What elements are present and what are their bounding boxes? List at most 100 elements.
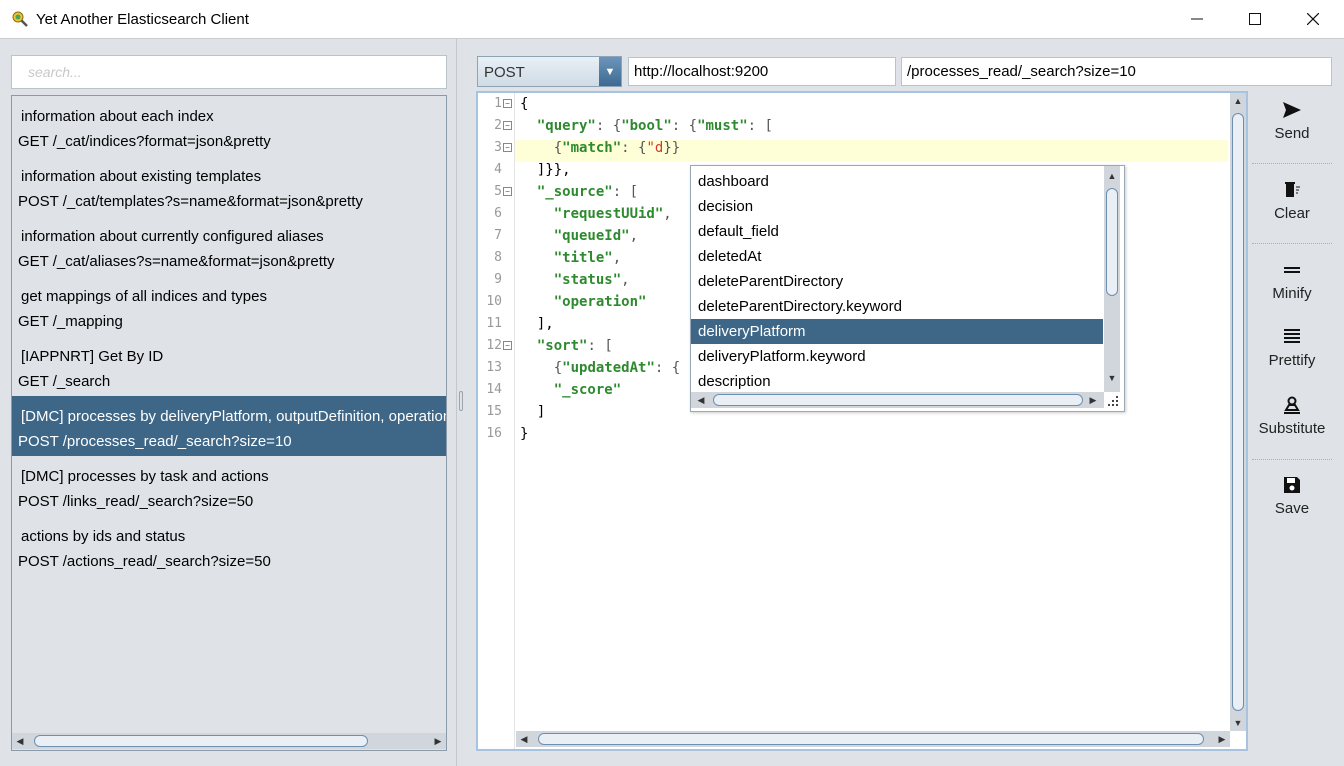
query-description: actions by ids and status — [21, 528, 186, 545]
scrollbar-thumb[interactable] — [1232, 113, 1244, 711]
scroll-left-icon[interactable]: ◀ — [693, 392, 709, 408]
code-line[interactable]: ] — [520, 401, 545, 423]
query-request: GET /_cat/aliases?s=name&format=json&pre… — [18, 253, 335, 270]
query-search-box[interactable] — [11, 55, 447, 89]
scroll-down-icon[interactable]: ▼ — [1230, 715, 1246, 731]
code-line[interactable]: "query": {"bool": {"must": [ — [520, 115, 773, 137]
line-number: 10 — [486, 294, 502, 309]
line-number: 12 — [486, 338, 502, 353]
scroll-down-icon[interactable]: ▼ — [1104, 370, 1120, 386]
autocomplete-item-selected[interactable]: deliveryPlatform — [691, 319, 1103, 344]
scroll-up-icon[interactable]: ▲ — [1230, 93, 1246, 109]
editor-vertical-scrollbar[interactable]: ▲ ▼ — [1230, 93, 1246, 731]
scroll-right-icon[interactable]: ▶ — [430, 733, 446, 749]
fold-icon[interactable]: − — [503, 187, 512, 196]
http-method-select[interactable]: POST ▼ — [477, 56, 622, 87]
code-line[interactable]: "status", — [520, 269, 630, 291]
prettify-label: Prettify — [1268, 352, 1316, 369]
app-logo-icon — [11, 10, 29, 28]
code-line[interactable]: "_source": [ — [520, 181, 638, 203]
scrollbar-thumb[interactable] — [713, 394, 1083, 406]
prettify-button[interactable]: Prettify — [1252, 328, 1332, 369]
list-item[interactable]: get mappings of all indices and types GE… — [12, 276, 446, 336]
line-number: 11 — [486, 316, 502, 331]
clear-label: Clear — [1274, 205, 1310, 222]
list-item-selected[interactable]: [DMC] processes by deliveryPlatform, out… — [12, 396, 446, 456]
minify-button[interactable]: Minify — [1252, 261, 1332, 302]
window-title: Yet Another Elasticsearch Client — [36, 11, 249, 28]
maximize-button[interactable] — [1226, 0, 1284, 38]
autocomplete-item[interactable]: deletedAt — [691, 244, 1103, 269]
code-line[interactable]: "sort": [ — [520, 335, 613, 357]
request-path-field[interactable]: /processes_read/_search?size=10 — [901, 57, 1332, 86]
saved-queries-list[interactable]: information about each index GET /_cat/i… — [11, 95, 447, 751]
http-method-value: POST — [484, 64, 525, 81]
toolbar-divider — [1252, 243, 1332, 244]
list-item[interactable]: [DMC] processes by task and actions POST… — [12, 456, 446, 516]
clear-button[interactable]: Clear — [1252, 181, 1332, 222]
autocomplete-item[interactable]: deleteParentDirectory.keyword — [691, 294, 1103, 319]
code-line[interactable]: "title", — [520, 247, 621, 269]
code-line[interactable]: "_score" — [520, 379, 621, 401]
list-item[interactable]: information about existing templates POS… — [12, 156, 446, 216]
code-line[interactable]: {"updatedAt": { — [520, 357, 680, 379]
scrollbar-thumb[interactable] — [538, 733, 1204, 745]
scroll-right-icon[interactable]: ▶ — [1214, 731, 1230, 747]
resize-grip-icon[interactable] — [1106, 394, 1120, 408]
line-number: 1 — [494, 96, 502, 111]
line-number: 6 — [494, 206, 502, 221]
substitute-button[interactable]: Substitute — [1252, 396, 1332, 437]
panel-splitter[interactable] — [456, 39, 463, 766]
code-line[interactable]: } — [520, 423, 528, 445]
line-number: 15 — [486, 404, 502, 419]
chevron-down-icon[interactable]: ▼ — [599, 57, 621, 86]
autocomplete-item[interactable]: decision — [691, 194, 1103, 219]
save-button[interactable]: Save — [1252, 476, 1332, 517]
autocomplete-item[interactable]: deliveryPlatform.keyword — [691, 344, 1103, 369]
query-request: POST /_cat/templates?s=name&format=json&… — [18, 193, 363, 210]
autocomplete-item[interactable]: description — [691, 369, 1103, 394]
line-number: 8 — [494, 250, 502, 265]
autocomplete-item[interactable]: default_field — [691, 219, 1103, 244]
code-line[interactable]: ]}}, — [520, 159, 571, 181]
code-line[interactable]: { — [520, 93, 528, 115]
autocomplete-item[interactable]: deleteParentDirectory — [691, 269, 1103, 294]
host-url-field[interactable]: http://localhost:9200 — [628, 57, 896, 86]
code-line[interactable]: "requestUUid", — [520, 203, 672, 225]
minimize-button[interactable] — [1168, 0, 1226, 38]
scroll-right-icon[interactable]: ▶ — [1085, 392, 1101, 408]
query-description: information about currently configured a… — [21, 228, 324, 245]
autocomplete-item[interactable]: dashboard — [691, 169, 1103, 194]
editor-horizontal-scrollbar[interactable]: ◀ ▶ — [516, 731, 1230, 747]
code-line[interactable]: "queueId", — [520, 225, 638, 247]
list-item[interactable]: information about currently configured a… — [12, 216, 446, 276]
line-number: 3 — [494, 140, 502, 155]
query-request: GET /_search — [18, 373, 111, 390]
list-item[interactable]: information about each index GET /_cat/i… — [12, 96, 446, 156]
scrollbar-thumb[interactable] — [1106, 188, 1118, 296]
code-line[interactable]: "operation" — [520, 291, 647, 313]
scroll-left-icon[interactable]: ◀ — [516, 731, 532, 747]
fold-icon[interactable]: − — [503, 99, 512, 108]
scrollbar-thumb[interactable] — [34, 735, 368, 747]
popup-horizontal-scrollbar[interactable]: ◀ ▶ — [691, 392, 1104, 408]
scroll-up-icon[interactable]: ▲ — [1104, 168, 1120, 184]
code-line[interactable]: ], — [520, 313, 554, 335]
query-request: GET /_cat/indices?format=json&pretty — [18, 133, 271, 150]
fold-icon[interactable]: − — [503, 143, 512, 152]
scroll-left-icon[interactable]: ◀ — [12, 733, 28, 749]
query-search-input[interactable] — [12, 56, 446, 88]
list-item[interactable]: actions by ids and status POST /actions_… — [12, 516, 446, 576]
fold-icon[interactable]: − — [503, 341, 512, 350]
fold-icon[interactable]: − — [503, 121, 512, 130]
splitter-grip-icon[interactable] — [459, 391, 463, 411]
close-button[interactable] — [1284, 0, 1342, 38]
code-line[interactable]: {"match": {"d}} — [520, 137, 681, 159]
list-item[interactable]: [IAPPNRT] Get By ID GET /_search — [12, 336, 446, 396]
query-request: GET /_mapping — [18, 313, 123, 330]
popup-vertical-scrollbar[interactable]: ▲ ▼ — [1104, 166, 1120, 392]
list-horizontal-scrollbar[interactable]: ◀ ▶ — [12, 733, 446, 749]
autocomplete-popup[interactable]: dashboard decision default_field deleted… — [690, 165, 1125, 412]
line-number: 16 — [486, 426, 502, 441]
send-button[interactable]: Send — [1252, 101, 1332, 142]
